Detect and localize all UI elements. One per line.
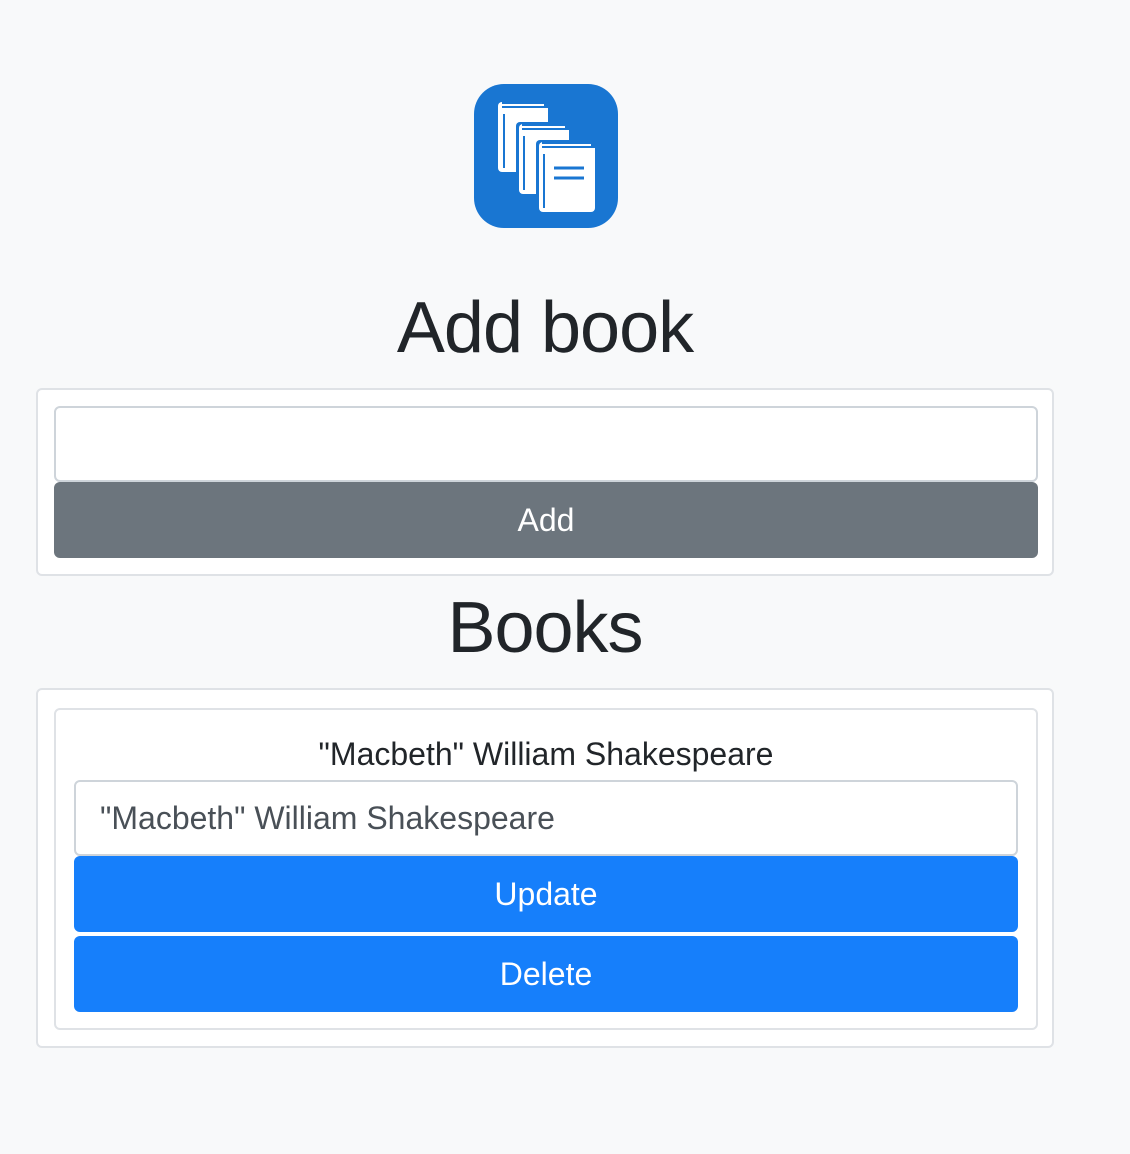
- book-title: "Macbeth" William Shakespeare: [318, 736, 774, 772]
- page: Add book Add Books "Macbeth" William Sha…: [0, 0, 1130, 1154]
- book-name-input[interactable]: [54, 406, 1038, 482]
- book-edit-input[interactable]: [74, 780, 1018, 856]
- add-button[interactable]: Add: [54, 482, 1038, 558]
- update-button[interactable]: Update: [74, 856, 1018, 932]
- book-item: "Macbeth" William Shakespeare Update Del…: [54, 708, 1038, 1030]
- books-heading: Books: [447, 588, 643, 668]
- add-book-heading: Add book: [396, 288, 694, 368]
- books-stack-icon: [474, 84, 618, 228]
- delete-button[interactable]: Delete: [74, 936, 1018, 1012]
- books-list: "Macbeth" William Shakespeare Update Del…: [36, 688, 1054, 1048]
- add-book-form: Add: [36, 388, 1054, 576]
